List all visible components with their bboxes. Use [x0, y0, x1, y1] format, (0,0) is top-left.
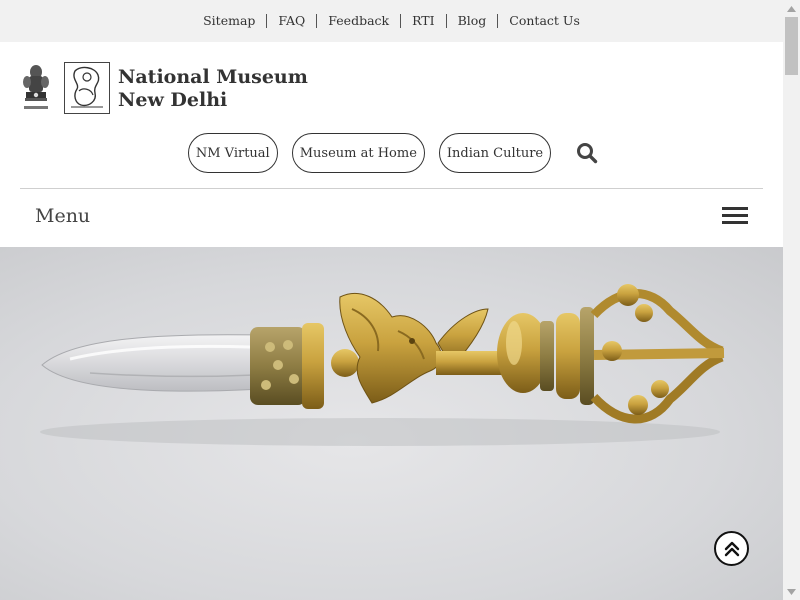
top-link-contact-us[interactable]: Contact Us — [497, 14, 591, 28]
double-chevron-up-icon — [724, 541, 739, 556]
nav-pill-indian-culture[interactable]: Indian Culture — [438, 133, 552, 173]
hamburger-menu-icon[interactable] — [722, 207, 748, 227]
header-divider — [20, 188, 763, 189]
site-title[interactable]: National Museum New Delhi — [118, 66, 308, 112]
scrollbar-thumb[interactable] — [785, 17, 798, 75]
quick-nav: NM Virtual Museum at Home Indian Culture — [0, 133, 783, 173]
top-link-feedback[interactable]: Feedback — [316, 14, 400, 28]
india-state-emblem-icon[interactable] — [20, 62, 52, 116]
top-link-rti[interactable]: RTI — [400, 14, 445, 28]
menu-label[interactable]: Menu — [35, 205, 90, 227]
nav-pill-museum-at-home[interactable]: Museum at Home — [291, 133, 425, 173]
site-title-line1: National Museum — [118, 66, 308, 88]
page-scrollbar[interactable] — [783, 0, 800, 600]
top-link-faq[interactable]: FAQ — [266, 14, 316, 28]
national-museum-logo-icon[interactable] — [64, 62, 110, 114]
nav-pill-nm-virtual[interactable]: NM Virtual — [187, 133, 278, 173]
hero-image — [0, 247, 783, 600]
scroll-up-arrow-icon[interactable] — [783, 0, 800, 17]
scroll-down-arrow-icon[interactable] — [783, 583, 800, 600]
top-link-sitemap[interactable]: Sitemap — [192, 14, 266, 28]
site-header: National Museum New Delhi NM Virtual Mus… — [0, 42, 783, 247]
phurba-dagger-image — [40, 284, 725, 446]
top-link-blog[interactable]: Blog — [445, 14, 498, 28]
scroll-to-top-button[interactable] — [714, 531, 749, 566]
site-title-line2: New Delhi — [118, 89, 228, 111]
top-utility-bar: Sitemap FAQ Feedback RTI Blog Contact Us — [0, 0, 783, 42]
search-icon[interactable] — [572, 138, 602, 168]
